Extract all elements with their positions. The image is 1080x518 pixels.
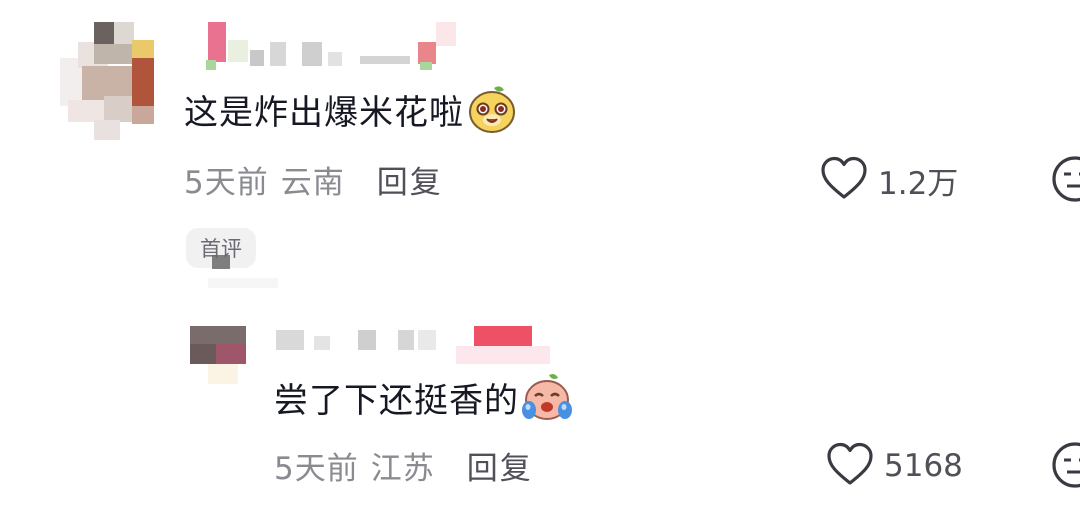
reply-button[interactable]: 回复: [467, 443, 533, 488]
reply-like-button[interactable]: 5168: [826, 442, 963, 490]
username[interactable]: [200, 22, 460, 72]
like-button[interactable]: 1.2万: [820, 156, 958, 204]
like-count: 1.2万: [878, 165, 959, 202]
crying-face-emoji-icon: [521, 372, 573, 422]
comment-location: 云南: [280, 165, 345, 201]
dislike-face-icon: [1050, 442, 1080, 490]
reply-time: 5天前: [274, 451, 359, 487]
comment-text: 这是炸出爆米花啦: [184, 92, 464, 133]
smiling-cat-emoji-icon: [468, 84, 516, 134]
reply-button[interactable]: 回复: [377, 157, 443, 202]
dislike-button[interactable]: [1050, 154, 1080, 204]
dislike-face-icon: [1050, 156, 1080, 204]
reply-text: 尝了下还挺香的: [274, 380, 519, 421]
avatar[interactable]: [48, 22, 154, 140]
heart-icon: [826, 442, 874, 490]
reply-username[interactable]: [274, 326, 554, 366]
comment-time: 5天前: [184, 165, 269, 201]
reply-location: 江苏: [370, 451, 435, 487]
reply-like-count: 5168: [884, 448, 963, 484]
reply-dislike-button[interactable]: [1050, 440, 1080, 490]
heart-icon: [820, 156, 868, 204]
